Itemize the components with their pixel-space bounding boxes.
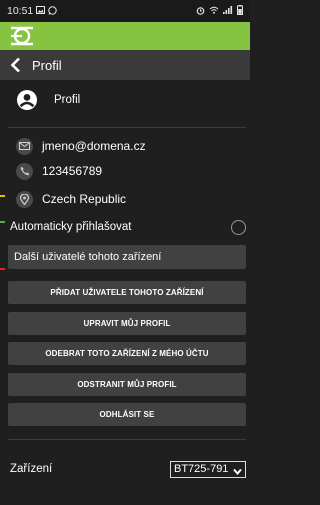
profile-header: Profil	[0, 85, 250, 115]
logout-button[interactable]: ODHLÁSIT SE	[8, 403, 246, 426]
phone-icon	[16, 162, 33, 180]
delete-profile-button[interactable]: ODSTRANIT MŮJ PROFIL	[8, 373, 246, 396]
divider	[8, 127, 246, 128]
logo-icon	[9, 25, 35, 47]
status-bar: 10:51	[0, 0, 250, 22]
country-row: Czech Republic	[16, 190, 126, 208]
email-text: jmeno@domena.cz	[42, 139, 146, 153]
auto-login-row: Automaticky přihlašovat	[10, 218, 246, 236]
nav-bar: Profil	[0, 50, 250, 80]
wifi-icon	[209, 6, 219, 16]
side-marker-red	[0, 268, 5, 270]
gallery-icon	[36, 6, 46, 16]
alarm-icon	[196, 6, 205, 17]
battery-icon	[237, 5, 243, 17]
remove-device-button[interactable]: ODEBRAT TOTO ZAŘÍZENÍ Z MÉHO ÚČTU	[8, 342, 246, 365]
signal-icon	[223, 6, 233, 16]
auto-login-label: Automaticky přihlašovat	[10, 221, 132, 233]
side-marker-yellow	[0, 195, 5, 197]
account-circle-icon	[16, 89, 38, 111]
brand-bar	[0, 22, 250, 50]
email-row: jmeno@domena.cz	[16, 137, 146, 155]
email-icon	[16, 137, 33, 155]
location-icon	[16, 190, 33, 208]
auto-login-radio[interactable]	[231, 219, 246, 235]
phone-row: 123456789	[16, 162, 102, 180]
device-select[interactable]: BT725-791	[170, 460, 246, 478]
whatsapp-icon	[48, 5, 57, 17]
country-text: Czech Republic	[42, 192, 127, 206]
device-select-value: BT725-791	[174, 463, 229, 475]
status-time: 10:51	[7, 5, 34, 17]
profile-label: Profil	[54, 94, 81, 106]
chevron-down-icon	[233, 466, 242, 475]
page-title: Profil	[32, 57, 62, 73]
edit-profile-button[interactable]: UPRAVIT MŮJ PROFIL	[8, 312, 246, 335]
back-chevron-icon[interactable]	[10, 55, 24, 75]
device-row: Zařízení BT725-791	[10, 459, 246, 479]
add-user-button[interactable]: PŘIDAT UŽIVATELE TOHOTO ZAŘÍZENÍ	[8, 281, 246, 304]
device-label: Zařízení	[10, 463, 53, 475]
side-marker-green	[0, 221, 5, 223]
divider	[8, 439, 246, 440]
phone-text: 123456789	[42, 164, 103, 178]
other-users-button[interactable]: Další uživatelé tohoto zařízení	[8, 245, 246, 269]
